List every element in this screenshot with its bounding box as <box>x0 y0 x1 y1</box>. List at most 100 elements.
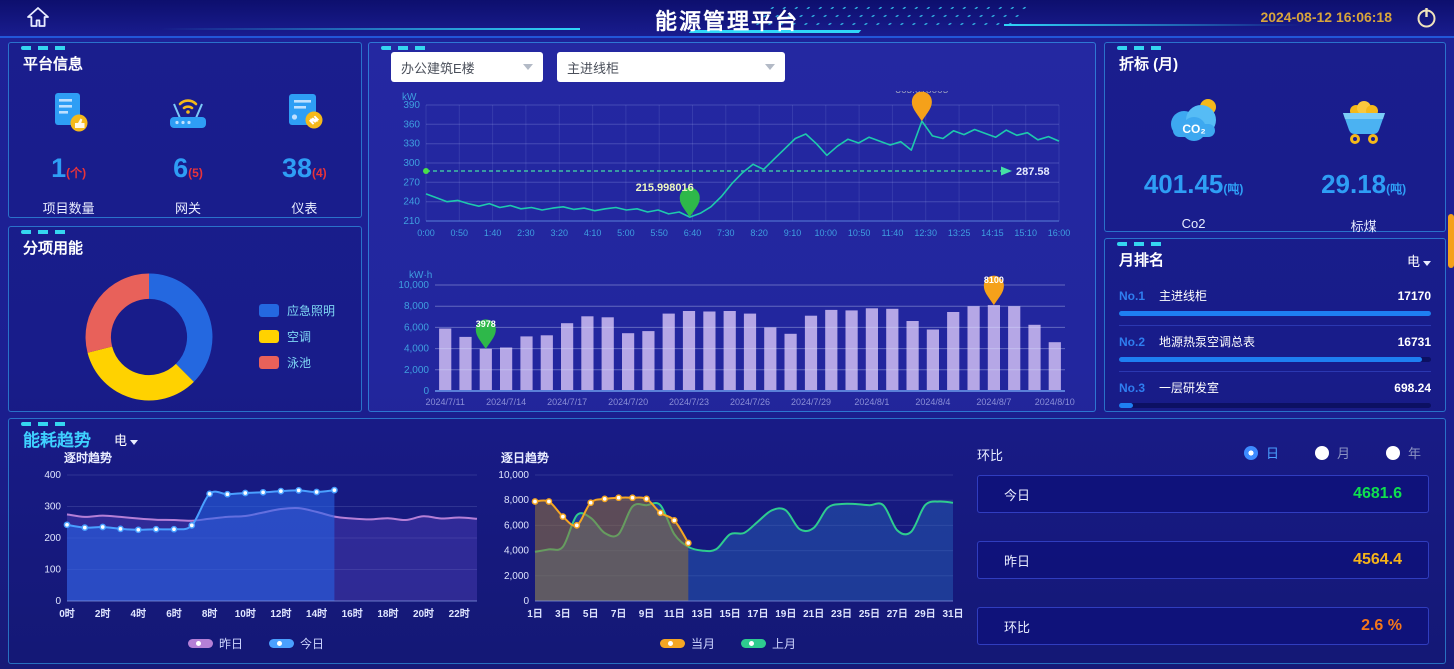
power-line-chart: kW2102402703003303603900:000:501:402:303… <box>379 91 1083 259</box>
ranking-row[interactable]: No.1主进线柜17170 <box>1119 280 1431 326</box>
donut-legend: 应急照明 空调 泳池 <box>259 293 335 380</box>
legend-item[interactable]: 应急照明 <box>259 302 335 319</box>
legend-swatch <box>259 356 279 369</box>
trend-energy-type-dropdown[interactable]: 电 <box>114 430 138 449</box>
svg-text:6时: 6时 <box>166 607 182 620</box>
svg-text:8,000: 8,000 <box>504 495 529 506</box>
svg-text:2024/8/1: 2024/8/1 <box>854 397 889 407</box>
meter-icon <box>281 121 327 138</box>
legend-swatch <box>741 639 766 648</box>
svg-text:10:50: 10:50 <box>848 228 871 238</box>
svg-text:270: 270 <box>403 177 420 188</box>
svg-text:6,000: 6,000 <box>504 520 529 531</box>
svg-text:1:40: 1:40 <box>484 228 502 238</box>
svg-text:14:15: 14:15 <box>981 228 1004 238</box>
svg-text:300: 300 <box>44 502 61 513</box>
radio-day[interactable]: 日 <box>1244 443 1279 462</box>
svg-text:7:30: 7:30 <box>717 228 735 238</box>
ranking-row[interactable]: No.3一层研发室698.24 <box>1119 372 1431 408</box>
svg-text:210: 210 <box>403 216 420 227</box>
svg-text:11日: 11日 <box>664 608 685 620</box>
ranking-energy-type-dropdown[interactable]: 电 <box>1407 251 1431 270</box>
radio-icon <box>1244 446 1258 460</box>
svg-text:10,000: 10,000 <box>398 280 429 291</box>
building-select[interactable]: 办公建筑E楼 <box>391 52 543 82</box>
svg-text:11:40: 11:40 <box>881 228 903 238</box>
stat-label: 仪表 <box>281 198 327 217</box>
svg-text:8时: 8时 <box>202 607 218 620</box>
svg-text:5:50: 5:50 <box>650 228 668 238</box>
legend-item[interactable]: 空调 <box>259 328 335 345</box>
legend-item[interactable]: 上月 <box>741 635 796 652</box>
ranking-list: No.1主进线柜17170 No.2地源热泵空调总表16731 No.3一层研发… <box>1119 280 1431 408</box>
svg-text:2,000: 2,000 <box>504 571 529 582</box>
ranking-bar-track <box>1119 403 1431 408</box>
huanbi-row-today: 今日 4681.6 <box>977 475 1429 513</box>
conversion-title: 折标 (月) <box>1105 43 1445 74</box>
radio-month[interactable]: 月 <box>1315 443 1350 462</box>
radio-icon <box>1386 446 1400 460</box>
header-bar: 能源管理平台 2024-08-12 16:06:18 <box>0 0 1454 38</box>
daily-trend-chart: 02,0004,0006,0008,00010,0001日3日5日7日9日11日… <box>489 463 967 631</box>
coal-value: 29.18(吨) <box>1321 169 1406 200</box>
radio-year[interactable]: 年 <box>1386 443 1421 462</box>
daily-legend: 当月 上月 <box>489 635 967 652</box>
svg-text:2024/8/10: 2024/8/10 <box>1035 397 1075 407</box>
svg-text:100: 100 <box>44 565 61 576</box>
legend-item[interactable]: 昨日 <box>188 635 243 652</box>
svg-text:2时: 2时 <box>95 607 111 620</box>
ranking-bar-fill <box>1119 403 1133 408</box>
ranking-row[interactable]: No.2地源热泵空调总表16731 <box>1119 326 1431 372</box>
daily-energy-bar-chart: kW·h02,0004,0006,0008,00010,0002024/7/11… <box>379 267 1083 419</box>
hourly-legend: 昨日 今日 <box>21 635 491 652</box>
svg-text:31日: 31日 <box>942 608 963 620</box>
conversion-panel: 折标 (月) CO₂ 401.45(吨) Co2 <box>1104 42 1446 232</box>
ranking-bar-fill <box>1119 311 1431 316</box>
today-value: 4681.6 <box>1353 485 1402 503</box>
header-timestamp: 2024-08-12 16:06:18 <box>1260 9 1392 25</box>
svg-text:2024/8/4: 2024/8/4 <box>915 397 950 407</box>
svg-text:400: 400 <box>44 470 61 481</box>
svg-text:0:50: 0:50 <box>451 228 469 238</box>
stat-value: 1(个) <box>43 153 95 184</box>
legend-swatch <box>660 639 685 648</box>
svg-text:20时: 20时 <box>413 607 434 620</box>
conversion-items: CO₂ 401.45(吨) Co2 29.18(吨) 标煤 <box>1105 94 1445 235</box>
huanbi-label: 环比 <box>977 445 1003 464</box>
scrollbar-thumb[interactable] <box>1448 214 1454 268</box>
ranking-bar-fill <box>1119 357 1422 362</box>
meter-select[interactable]: 主进线柜 <box>557 52 785 82</box>
sub-energy-title: 分项用能 <box>9 227 361 258</box>
co2-value: 401.45(吨) <box>1144 169 1244 200</box>
svg-text:5:00: 5:00 <box>617 228 635 238</box>
ranking-title: 月排名 <box>1105 239 1445 270</box>
legend-item[interactable]: 当月 <box>660 635 715 652</box>
stat-label: 项目数量 <box>43 198 95 217</box>
center-chart-panel: 办公建筑E楼 主进线柜 kW2102402703003303603900:000… <box>368 42 1096 412</box>
svg-text:2024/7/20: 2024/7/20 <box>608 397 648 407</box>
svg-text:300: 300 <box>403 158 420 169</box>
project-icon <box>46 121 92 138</box>
svg-text:13日: 13日 <box>692 608 713 620</box>
svg-text:10时: 10时 <box>235 607 256 620</box>
svg-text:8,000: 8,000 <box>404 301 429 312</box>
hourly-trend-chart: 01002003004000时2时4时6时8时10时12时14时16时18时20… <box>21 463 491 631</box>
legend-item[interactable]: 泳池 <box>259 354 335 371</box>
svg-text:CO₂: CO₂ <box>1182 122 1205 136</box>
svg-text:18时: 18时 <box>377 607 398 620</box>
sub-energy-donut-chart <box>81 269 217 405</box>
svg-text:2024/7/26: 2024/7/26 <box>730 397 770 407</box>
svg-text:360: 360 <box>403 119 420 130</box>
svg-text:2024/7/23: 2024/7/23 <box>669 397 709 407</box>
power-icon[interactable] <box>1415 6 1438 34</box>
svg-text:16时: 16时 <box>342 607 363 620</box>
co2-item: CO₂ 401.45(吨) Co2 <box>1144 94 1244 235</box>
period-radio-group: 日 月 年 <box>1244 443 1421 462</box>
legend-item[interactable]: 今日 <box>269 635 324 652</box>
platform-stats: 1(个) 项目数量 6(5) 网关 <box>9 90 361 217</box>
co2-label: Co2 <box>1144 216 1244 231</box>
svg-text:8:20: 8:20 <box>750 228 768 238</box>
stat-meters: 38(4) 仪表 <box>281 90 327 217</box>
svg-text:0时: 0时 <box>59 607 75 620</box>
ranking-panel: 月排名 电 No.1主进线柜17170 No.2地源热泵空调总表16731 No… <box>1104 238 1446 412</box>
